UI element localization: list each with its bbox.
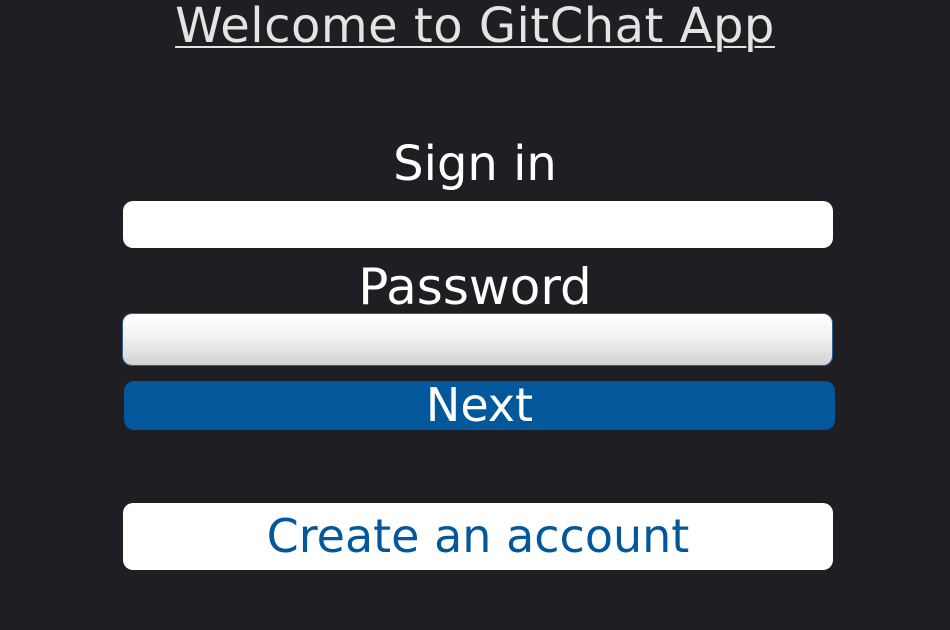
create-account-button[interactable]: Create an account [123, 503, 833, 570]
page-title[interactable]: Welcome to GitChat App [0, 0, 950, 60]
next-button[interactable]: Next [124, 381, 835, 430]
sign-in-label: Sign in [393, 136, 557, 192]
password-input[interactable] [122, 313, 833, 366]
username-input[interactable] [123, 201, 833, 248]
password-label: Password [358, 258, 592, 316]
